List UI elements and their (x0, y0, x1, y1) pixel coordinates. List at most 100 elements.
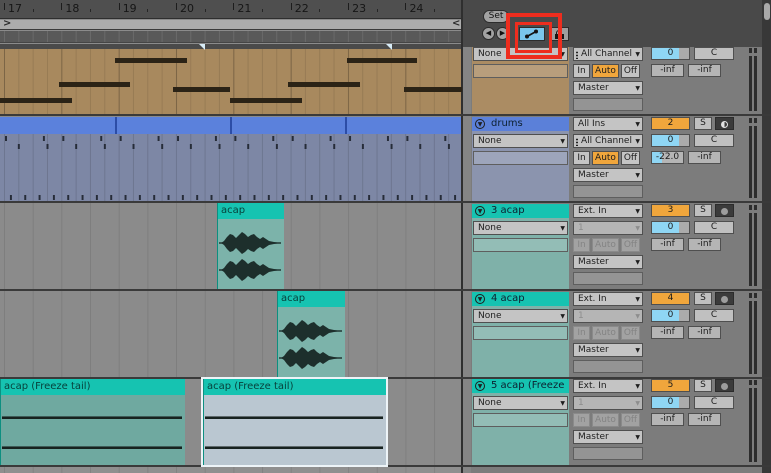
vertical-scrollbar[interactable] (762, 0, 771, 473)
scrollbar-thumb[interactable] (764, 3, 770, 20)
midi-from-chooser[interactable]: None▼ (473, 309, 568, 323)
input-type-chooser[interactable]: Ext. In▼ (573, 204, 643, 218)
input-type-chooser[interactable]: Ext. In▼ (573, 379, 643, 393)
send-a-field[interactable]: -22.0 (651, 151, 684, 164)
send-a-field[interactable]: -inf (651, 326, 684, 339)
send-b-field[interactable]: -inf (688, 64, 721, 77)
clip-waveform-body[interactable] (277, 307, 345, 377)
send-b-field[interactable]: -inf (688, 151, 721, 164)
scrub-loop-bar[interactable]: > < (0, 20, 462, 30)
pan-field[interactable]: C (694, 396, 734, 409)
midi-from-chooser[interactable]: None▼ (473, 221, 568, 235)
solo-button[interactable]: S (694, 204, 712, 217)
monitor-auto-button[interactable]: Auto (592, 151, 619, 165)
clip-title-bar[interactable]: acap (Freeze tail) (203, 379, 386, 395)
lock-envelopes-button[interactable] (549, 27, 569, 41)
input-channel-chooser[interactable]: All Channel▼ (573, 47, 643, 61)
monitor-off-button[interactable]: Off (621, 151, 640, 165)
solo-button[interactable]: S (694, 379, 712, 392)
locator-marker-icon[interactable] (199, 44, 205, 50)
pan-field[interactable]: C (694, 134, 734, 147)
arm-record-button[interactable] (715, 379, 734, 392)
track-name-header[interactable]: ▼5 acap (Freeze (472, 379, 569, 393)
midi-note[interactable] (0, 98, 72, 103)
midi-note[interactable] (230, 98, 302, 103)
send-a-field[interactable]: -inf (651, 238, 684, 251)
clip-title-bar[interactable]: acap (277, 291, 345, 307)
track-number-button[interactable]: 5 (651, 379, 690, 392)
arm-record-button[interactable] (715, 117, 734, 130)
locator-marker-icon[interactable] (386, 44, 392, 50)
track-name-header[interactable]: ▼3 acap (472, 204, 569, 218)
volume-field[interactable]: 0 (651, 221, 690, 234)
audio-clip[interactable]: acap (Freeze tail) (0, 379, 185, 465)
send-b-field[interactable]: -inf (688, 413, 721, 426)
automation-mode-button[interactable] (519, 27, 545, 41)
monitor-off-button[interactable]: Off (621, 238, 640, 252)
midi-note[interactable] (115, 58, 187, 63)
clip-waveform-body[interactable] (217, 219, 284, 289)
solo-button[interactable]: S (694, 292, 712, 305)
output-chooser[interactable]: Master▼ (573, 255, 643, 269)
audio-clip[interactable]: acap (217, 203, 284, 289)
volume-field[interactable]: 0 (651, 134, 690, 147)
input-type-chooser[interactable]: All Ins▼ (573, 117, 643, 131)
unfold-track-button[interactable]: ▼ (475, 381, 485, 391)
midi-from-chooser[interactable]: None▼ (473, 47, 568, 61)
track-name-header[interactable]: ▼4 acap (472, 292, 569, 306)
monitor-in-button[interactable]: In (573, 238, 590, 252)
clip-waveform-body[interactable] (203, 395, 386, 465)
track-name-header[interactable]: ▼drums (472, 117, 569, 131)
unfold-track-button[interactable]: ▼ (475, 206, 485, 216)
monitor-auto-button[interactable]: Auto (592, 64, 619, 78)
send-a-field[interactable]: -inf (651, 413, 684, 426)
unfold-track-button[interactable]: ▼ (475, 119, 485, 129)
input-channel-chooser[interactable]: 1▼ (573, 396, 643, 410)
send-b-field[interactable]: -inf (688, 326, 721, 339)
audio-clip[interactable]: acap (277, 291, 345, 377)
input-channel-chooser[interactable]: 1▼ (573, 221, 643, 235)
monitor-in-button[interactable]: In (573, 326, 590, 340)
clip-title-bar[interactable]: acap (217, 203, 284, 219)
pan-field[interactable]: C (694, 309, 734, 322)
prev-locator-button[interactable]: ◀ (482, 27, 495, 40)
monitor-in-button[interactable]: In (573, 64, 590, 78)
monitor-off-button[interactable]: Off (621, 413, 640, 427)
beat-time-ruler[interactable]: 1718192021222324 (0, 0, 462, 19)
send-a-field[interactable]: -inf (651, 64, 684, 77)
pan-field[interactable]: C (694, 221, 734, 234)
next-locator-button[interactable]: ▶ (496, 27, 509, 40)
unfold-track-button[interactable]: ▼ (475, 294, 485, 304)
volume-field[interactable]: 0 (651, 396, 690, 409)
output-chooser[interactable]: Master▼ (573, 81, 643, 95)
midi-from-chooser[interactable]: None▼ (473, 396, 568, 410)
input-channel-chooser[interactable]: 1▼ (573, 309, 643, 323)
input-type-chooser[interactable]: Ext. In▼ (573, 292, 643, 306)
midi-note[interactable] (173, 87, 230, 92)
midi-note[interactable] (288, 82, 360, 87)
input-channel-chooser[interactable]: All Channel▼ (573, 134, 643, 148)
midi-note[interactable] (404, 87, 462, 92)
volume-field[interactable]: 0 (651, 309, 690, 322)
midi-from-chooser[interactable]: None▼ (473, 134, 568, 148)
monitor-auto-button[interactable]: Auto (592, 326, 619, 340)
output-chooser[interactable]: Master▼ (573, 168, 643, 182)
track-number-button[interactable]: 4 (651, 292, 690, 305)
monitor-in-button[interactable]: In (573, 151, 590, 165)
send-b-field[interactable]: -inf (688, 238, 721, 251)
monitor-in-button[interactable]: In (573, 413, 590, 427)
pan-field[interactable]: C (694, 47, 734, 60)
audio-clip[interactable]: acap (Freeze tail) (203, 379, 386, 465)
clip-waveform-body[interactable] (0, 395, 185, 465)
volume-field[interactable]: 0 (651, 47, 690, 60)
track-number-button[interactable]: 2 (651, 117, 690, 130)
next-track-lane[interactable] (0, 467, 462, 473)
acap4-track-lane[interactable] (0, 291, 462, 377)
output-chooser[interactable]: Master▼ (573, 430, 643, 444)
output-chooser[interactable]: Master▼ (573, 343, 643, 357)
solo-button[interactable]: S (694, 117, 712, 130)
arm-record-button[interactable] (715, 292, 734, 305)
midi-note[interactable] (59, 82, 130, 87)
set-locator-button[interactable]: Set (483, 10, 509, 23)
arm-record-button[interactable] (715, 204, 734, 217)
